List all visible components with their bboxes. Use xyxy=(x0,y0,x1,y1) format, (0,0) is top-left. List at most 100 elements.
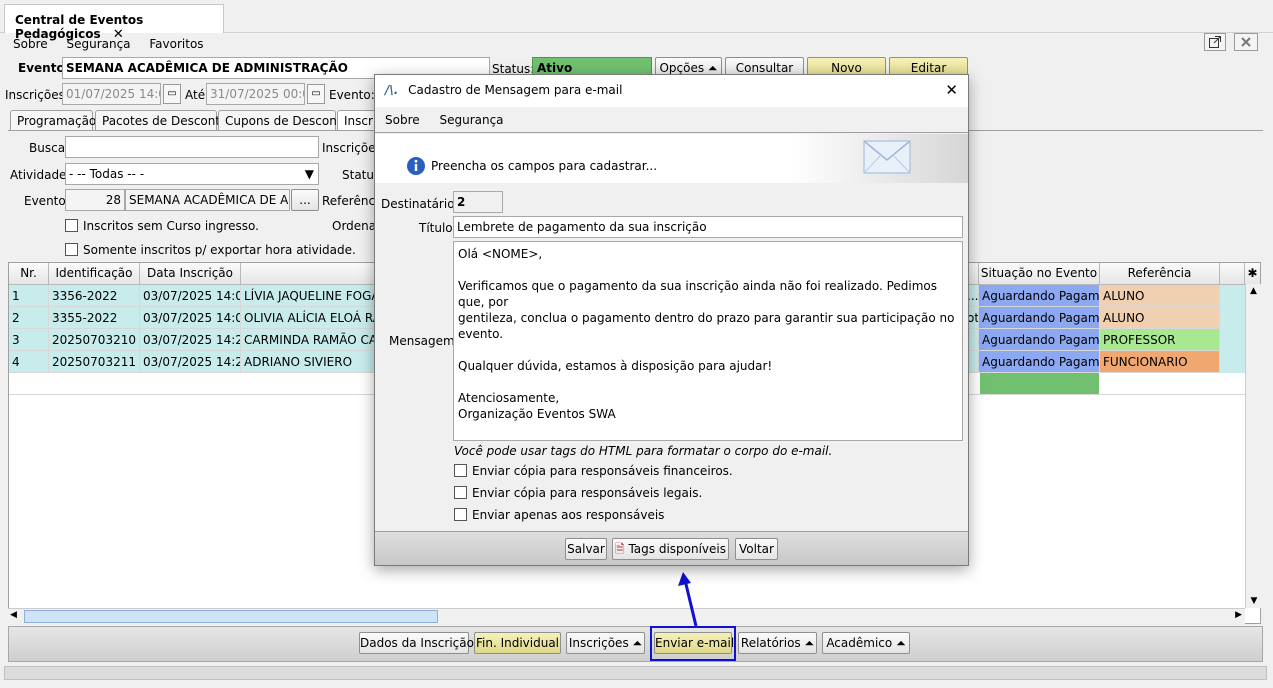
vertical-scrollbar[interactable]: ▲ ▼ xyxy=(1245,284,1261,608)
cell-referencia: ALUNO xyxy=(1100,307,1220,329)
menu-favoritos[interactable]: Favoritos xyxy=(149,37,203,51)
dialog-header: Preencha os campos para cadastrar... xyxy=(375,134,968,183)
check-hora-atividade[interactable]: Somente inscritos p/ exportar hora ativi… xyxy=(65,243,356,257)
status-bar xyxy=(4,666,1267,680)
cell-nome: OLIVIA ALÍCIA ELOÁ RAMOS xyxy=(241,307,377,329)
cell-data: 03/07/2025 14:22 xyxy=(140,329,241,351)
tags-disponiveis-button[interactable]: 🗎 Tags disponíveis xyxy=(612,538,729,560)
col-header-nr[interactable]: Nr. xyxy=(9,263,49,285)
email-dialog: /\. Cadastro de Mensagem para e-mail ✕ S… xyxy=(374,74,969,566)
evento-lookup-button[interactable]: ... xyxy=(291,189,319,211)
col-header-referencia[interactable]: Referência xyxy=(1100,263,1220,285)
checkbox[interactable] xyxy=(454,486,467,499)
window-close-icon[interactable] xyxy=(1234,33,1258,51)
cell-situacao: Aguardando Pagam... xyxy=(979,329,1100,351)
mensagem-line: Organização Eventos SWA xyxy=(458,407,616,421)
checkbox[interactable] xyxy=(65,243,78,256)
evento-name-field[interactable]: SEMANA ACADÊMICA DE ADM xyxy=(125,189,290,211)
cell-nr: 3 xyxy=(9,329,49,351)
calendar-icon[interactable]: ▭ xyxy=(307,84,325,104)
busca-label: Busca: xyxy=(29,141,70,155)
salvar-button[interactable]: Salvar xyxy=(565,538,607,560)
mensagem-line xyxy=(458,342,958,358)
inscricoes-menu-button[interactable]: Inscrições ⏶ xyxy=(566,632,645,654)
busca-input[interactable] xyxy=(65,136,319,158)
inscricoes-de-field[interactable]: 01/07/2025 14:01 xyxy=(62,83,161,105)
app-tab[interactable]: Central de Eventos Pedagógicos ✕ xyxy=(4,4,224,42)
cell-nome: CARMINDA RAMÃO CANDIDO xyxy=(241,329,377,351)
caret-up-icon: ⏶ xyxy=(707,61,718,75)
mensagem-line: Qualquer dúvida, estamos à disposição pa… xyxy=(458,359,773,373)
cell-nome: LÍVIA JAQUELINE FOGAÇA xyxy=(241,285,377,307)
menu-seguranca[interactable]: Segurança xyxy=(66,37,130,51)
inscricoes-ate-field[interactable]: 31/07/2025 00:00 xyxy=(206,83,305,105)
cell-situacao: Aguardando Pagam... xyxy=(979,307,1100,329)
tab-programacao[interactable]: Programação xyxy=(10,110,96,130)
scroll-thumb[interactable] xyxy=(24,610,438,623)
opt-legais[interactable]: Enviar cópia para responsáveis legais. xyxy=(454,486,702,500)
cell-nr: 4 xyxy=(9,351,49,373)
cell-referencia: PROFESSOR xyxy=(1100,329,1220,351)
dados-inscricao-button[interactable]: Dados da Inscrição xyxy=(359,632,474,654)
dialog-title: Cadastro de Mensagem para e-mail xyxy=(408,83,623,97)
gear-icon[interactable]: ✱ xyxy=(1245,263,1260,285)
checkbox[interactable] xyxy=(454,508,467,521)
dialog-menu-seguranca[interactable]: Segurança xyxy=(439,113,503,127)
scroll-left-icon[interactable]: ◀ xyxy=(10,610,17,620)
horizontal-scrollbar[interactable]: ◀ ▶ xyxy=(8,608,1245,624)
cell-situacao: Aguardando Pagam... xyxy=(979,351,1100,373)
cell-data: 03/07/2025 14:29 xyxy=(140,351,241,373)
inscricoes-label: Inscrições: xyxy=(5,88,69,102)
enviar-email-button[interactable]: Enviar e-mail xyxy=(654,632,734,654)
cell-nr: 1 xyxy=(9,285,49,307)
scroll-down-icon[interactable]: ▼ xyxy=(1246,594,1262,608)
opt-legais-label: Enviar cópia para responsáveis legais. xyxy=(472,486,703,500)
check-sem-curso[interactable]: Inscritos sem Curso ingresso. xyxy=(65,219,259,233)
scroll-up-icon[interactable]: ▲ xyxy=(1246,284,1261,298)
evento-filter-label: Evento: xyxy=(24,194,70,208)
info-icon xyxy=(407,157,425,175)
tags-label: Tags disponíveis xyxy=(628,542,727,556)
dialog-close-icon[interactable]: ✕ xyxy=(945,81,958,99)
col-header-situacao[interactable]: Situação no Evento xyxy=(979,263,1100,285)
caret-up-icon: ⏶ xyxy=(896,636,906,650)
tab-cupons-desconto[interactable]: Cupons de Desconto xyxy=(218,110,349,130)
cell-id: 20250703210 xyxy=(49,329,140,351)
dialog-menu-sobre[interactable]: Sobre xyxy=(385,113,420,127)
mensagem-line xyxy=(458,262,958,278)
dropdown-arrow-icon: ▼ xyxy=(304,167,314,181)
relatorios-button[interactable]: Relatórios ⏶ xyxy=(738,632,817,654)
tab-inscricoes[interactable]: Inscri xyxy=(337,110,377,130)
evento-id-field[interactable]: 28 xyxy=(65,189,125,211)
mensagem-textarea[interactable]: Olá <NOME>, Verificamos que o pagamento d… xyxy=(453,241,963,441)
annotation-arrow-icon xyxy=(678,572,698,627)
calendar-icon[interactable]: ▭ xyxy=(163,84,181,104)
popout-icon[interactable] xyxy=(1204,33,1226,51)
scroll-right-icon[interactable]: ▶ xyxy=(1235,610,1242,620)
relatorios-label: Relatórios xyxy=(740,636,801,650)
checkbox[interactable] xyxy=(454,464,467,477)
tab-pacotes-desconto[interactable]: Pacotes de Desconto xyxy=(95,110,227,130)
caret-up-icon: ⏶ xyxy=(632,636,643,650)
inscricoes-menu-label: Inscrições xyxy=(568,636,629,650)
academico-button[interactable]: Acadêmico ⏶ xyxy=(822,632,910,654)
check-sem-curso-label: Inscritos sem Curso ingresso. xyxy=(83,219,259,233)
atividade-select[interactable]: - -- Todas -- - ▼ xyxy=(65,163,319,185)
html-hint: Você pode usar tags do HTML para formata… xyxy=(454,444,833,458)
checkbox[interactable] xyxy=(65,219,78,232)
menubar: Sobre Segurança Favoritos xyxy=(0,33,1273,55)
opt-financeiros[interactable]: Enviar cópia para responsáveis financeir… xyxy=(454,464,733,478)
cell-referencia: FUNCIONARIO xyxy=(1100,351,1220,373)
col-header-identificacao[interactable]: Identificação xyxy=(49,263,140,285)
caret-up-icon: ⏶ xyxy=(804,636,815,650)
voltar-button[interactable]: Voltar xyxy=(735,538,778,560)
mensagem-line: Atenciosamente, xyxy=(458,391,560,405)
fin-individual-button[interactable]: Fin. Individual xyxy=(474,632,561,654)
cell-referencia: ALUNO xyxy=(1100,285,1220,307)
col-header-data[interactable]: Data Inscrição xyxy=(140,263,241,285)
atividade-label: Atividade: xyxy=(10,168,71,182)
opt-apenas-responsaveis[interactable]: Enviar apenas aos responsáveis xyxy=(454,508,664,522)
titulo-input[interactable]: Lembrete de pagamento da sua inscrição xyxy=(453,216,963,238)
menu-sobre[interactable]: Sobre xyxy=(13,37,48,51)
academico-label: Acadêmico xyxy=(826,636,893,650)
